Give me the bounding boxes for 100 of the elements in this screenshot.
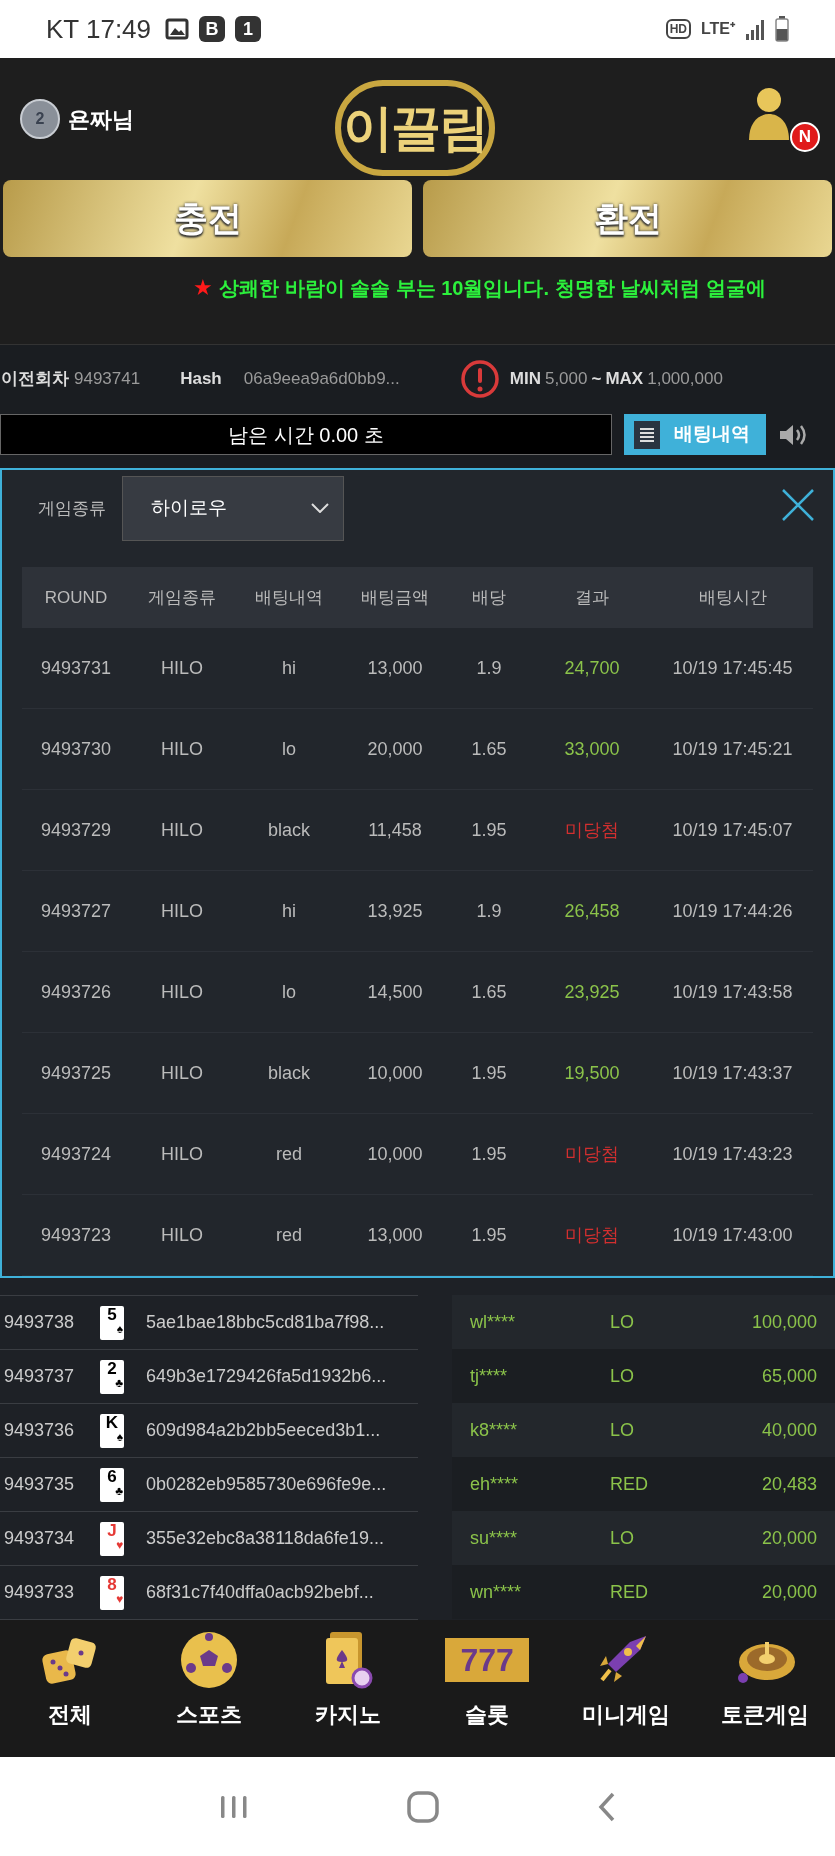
bet-amount: 40,000 xyxy=(760,1418,818,1442)
table-cell-text: HILO xyxy=(160,1061,204,1085)
game-type-select[interactable]: 하이로우 xyxy=(122,475,344,541)
nav-item[interactable]: 777 슬롯 xyxy=(417,1628,557,1731)
star-icon: ★ xyxy=(193,271,213,304)
avatar-button[interactable]: N xyxy=(747,86,823,158)
nav-item[interactable]: 스포츠 xyxy=(139,1628,279,1731)
table-cell-text: 13,925 xyxy=(366,899,424,923)
table-cell-text: 1.9 xyxy=(475,899,503,923)
table-cell-text: hi xyxy=(281,899,297,923)
playing-card: 8 ♥ xyxy=(100,1575,124,1610)
table-cell-text: 10/19 17:44:26 xyxy=(671,899,794,923)
rank-badge: 2 xyxy=(20,99,60,139)
bet-amount: 65,000 xyxy=(760,1364,818,1388)
table-cell-text: 미당첨 xyxy=(564,1142,620,1166)
round-number: 9493733 xyxy=(4,1581,76,1604)
notice-marquee: 상쾌한 바람이 솔솔 부는 10월입니다. 청명한 날씨처럼 얼굴에 xyxy=(219,275,766,301)
table-cell-text: 20,000 xyxy=(366,737,424,761)
table-cell-text: HILO xyxy=(160,818,204,842)
column-header: 배팅금액 xyxy=(360,586,430,609)
table-cell-text: 1.65 xyxy=(470,737,508,761)
recent-apps-icon[interactable] xyxy=(218,1794,249,1819)
table-cell-text: 9493731 xyxy=(39,656,113,680)
username: tj**** xyxy=(470,1364,509,1388)
round-number: 9493737 xyxy=(4,1365,76,1388)
table-cell-text: 9493726 xyxy=(39,980,113,1004)
column-header: 배팅시간 xyxy=(697,586,768,609)
status-time: KT 17:49 xyxy=(46,12,152,46)
nav-item[interactable]: 전체 xyxy=(0,1628,140,1731)
table-cell-text: 10/19 17:45:21 xyxy=(671,737,794,761)
table-cell-text: 10/19 17:43:58 xyxy=(671,980,794,1004)
table-cell-text: HILO xyxy=(160,980,204,1004)
table-cell-text: lo xyxy=(281,737,297,761)
bet-pick: LO xyxy=(610,1418,635,1442)
table-cell-text: 26,458 xyxy=(563,899,621,923)
label: Hash xyxy=(180,367,222,390)
bet-amount: 20,000 xyxy=(760,1580,818,1604)
label: MAX xyxy=(605,367,644,390)
label: MIN xyxy=(509,367,541,390)
table-cell-text: 9493725 xyxy=(39,1061,113,1085)
close-icon[interactable] xyxy=(781,488,815,522)
table-cell-text: HILO xyxy=(160,1142,204,1166)
playing-card: K ♠ xyxy=(100,1413,124,1448)
table-cell-text: 33,000 xyxy=(563,737,621,761)
table-cell-text: red xyxy=(275,1142,303,1166)
username: wl**** xyxy=(470,1310,517,1334)
table-cell-text: 1.65 xyxy=(470,980,508,1004)
table-cell-text: HILO xyxy=(160,1223,204,1247)
table-cell-text: 10/19 17:45:45 xyxy=(671,656,794,680)
table-cell-text: 미당첨 xyxy=(564,818,620,842)
username: 욘짜님 xyxy=(68,105,134,134)
table-cell-text: 10,000 xyxy=(366,1142,424,1166)
home-icon[interactable] xyxy=(405,1789,440,1824)
nav-item[interactable]: 미니게임 xyxy=(556,1628,696,1731)
table-cell-text: HILO xyxy=(160,899,204,923)
table-cell-text: 10,000 xyxy=(366,1061,424,1085)
label: 이전회차 xyxy=(1,367,69,390)
table-cell-text: 9493723 xyxy=(39,1223,113,1247)
battery-icon xyxy=(775,16,789,42)
round-number: 9493738 xyxy=(4,1311,76,1334)
table-cell-text: HILO xyxy=(160,656,204,680)
playing-card: J ♥ xyxy=(100,1521,124,1556)
nav-item[interactable]: 토큰게임 xyxy=(695,1628,835,1731)
table-cell-text: 9493727 xyxy=(39,899,113,923)
chevron-down-icon xyxy=(311,503,329,514)
playing-card: 2 ♣ xyxy=(100,1359,124,1394)
bet-pick: LO xyxy=(610,1310,635,1334)
table-cell-text: 1.95 xyxy=(470,1142,508,1166)
hash-value: 0b0282eb9585730e696fe9e... xyxy=(146,1473,387,1496)
bet-pick: LO xyxy=(610,1526,635,1550)
table-cell-text: 미당첨 xyxy=(564,1223,620,1247)
round-number: 9493735 xyxy=(4,1473,76,1496)
bet-amount: 100,000 xyxy=(750,1310,818,1334)
max-value: 1,000,000 xyxy=(647,367,723,390)
table-cell-text: black xyxy=(267,818,311,842)
image-icon xyxy=(165,18,190,40)
column-header: 결과 xyxy=(574,586,610,609)
hash-value: 5ae1bae18bbc5cd81ba7f98... xyxy=(146,1311,385,1334)
hash-value: 68f31c7f40dffa0acb92bebf... xyxy=(146,1581,374,1604)
person-icon xyxy=(749,88,789,140)
table-cell-text: 13,000 xyxy=(366,1223,424,1247)
min-value: 5,000 xyxy=(544,367,588,390)
back-icon[interactable] xyxy=(596,1791,617,1822)
hd-badge: HD xyxy=(665,19,691,39)
bet-amount: 20,000 xyxy=(760,1526,818,1550)
hash-value: 609d984a2b2bb5eeced3b1... xyxy=(146,1419,381,1442)
column-header: 배당 xyxy=(471,586,507,609)
round-number: 9493736 xyxy=(4,1419,76,1442)
table-cell-text: 1.95 xyxy=(470,1061,508,1085)
table-cell-text: 11,458 xyxy=(367,818,423,842)
table-cell-text: 10/19 17:43:37 xyxy=(671,1061,794,1085)
table-cell-text: lo xyxy=(281,980,297,1004)
table-cell-text: 9493724 xyxy=(39,1142,113,1166)
table-cell-text: 14,500 xyxy=(366,980,424,1004)
table-cell-text: 10/19 17:43:00 xyxy=(671,1223,794,1247)
slot-machine-icon: 777 xyxy=(445,1638,530,1682)
nav-item[interactable]: 카지노 xyxy=(278,1628,418,1731)
bet-pick: RED xyxy=(610,1580,649,1604)
countdown-timer: 남은 시간 0.00 초 xyxy=(0,414,612,455)
table-cell-text: 10/19 17:45:07 xyxy=(671,818,794,842)
